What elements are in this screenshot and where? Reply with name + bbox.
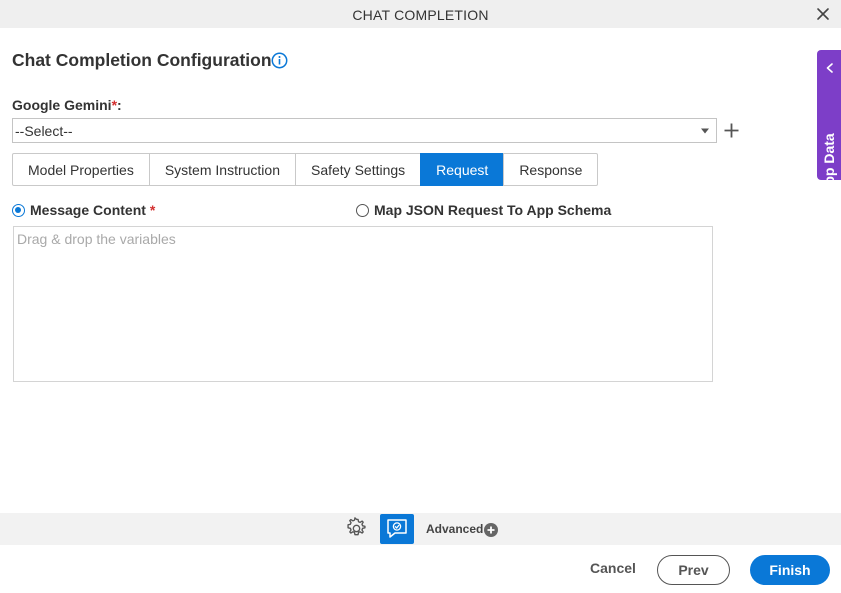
prev-button[interactable]: Prev — [657, 555, 730, 585]
finish-button[interactable]: Finish — [750, 555, 830, 585]
radio-map-json-label: Map JSON Request To App Schema — [374, 202, 612, 218]
app-data-label: App Data — [821, 133, 837, 195]
chevron-left-icon — [826, 63, 833, 73]
advanced-button[interactable]: Advanced — [426, 522, 483, 536]
chat-icon — [387, 519, 407, 538]
chat-button[interactable] — [380, 514, 414, 544]
radio-message-content-label: Message Content — [30, 202, 146, 218]
tab-model-properties[interactable]: Model Properties — [12, 153, 150, 186]
radio-unselected-icon — [356, 203, 369, 217]
radio-message-content[interactable]: Message Content * — [12, 202, 155, 218]
connection-select-value: --Select-- — [15, 123, 73, 139]
radio-map-json[interactable]: Map JSON Request To App Schema — [356, 202, 611, 218]
plus-circle-icon[interactable] — [484, 523, 498, 537]
tab-system-instruction[interactable]: System Instruction — [148, 153, 296, 186]
tab-request[interactable]: Request — [420, 153, 505, 186]
connection-label: Google Gemini*: — [12, 97, 122, 113]
plus-icon[interactable] — [723, 122, 740, 139]
radio-selected-icon — [12, 203, 25, 217]
dialog-titlebar: CHAT COMPLETION — [0, 0, 841, 28]
connection-select[interactable]: --Select-- — [12, 118, 717, 143]
page-title: Chat Completion Configuration — [12, 50, 272, 70]
app-data-panel-toggle[interactable]: App Data — [817, 50, 841, 195]
bottom-toolbar — [0, 513, 841, 545]
gear-icon[interactable] — [345, 517, 368, 540]
message-content-placeholder: Drag & drop the variables — [17, 231, 176, 247]
close-icon[interactable] — [815, 6, 831, 22]
dialog-title: CHAT COMPLETION — [352, 7, 489, 23]
tab-safety-settings[interactable]: Safety Settings — [294, 153, 422, 186]
connection-label-suffix: : — [117, 97, 122, 113]
required-mark: * — [149, 202, 156, 218]
cancel-button[interactable]: Cancel — [590, 560, 636, 576]
tab-response[interactable]: Response — [503, 153, 599, 186]
info-icon[interactable] — [271, 52, 288, 69]
connection-label-text: Google Gemini — [12, 97, 112, 113]
config-tabs: Model Properties System Instruction Safe… — [12, 153, 599, 186]
message-content-input[interactable]: Drag & drop the variables — [13, 226, 713, 382]
caret-down-icon — [701, 128, 709, 134]
